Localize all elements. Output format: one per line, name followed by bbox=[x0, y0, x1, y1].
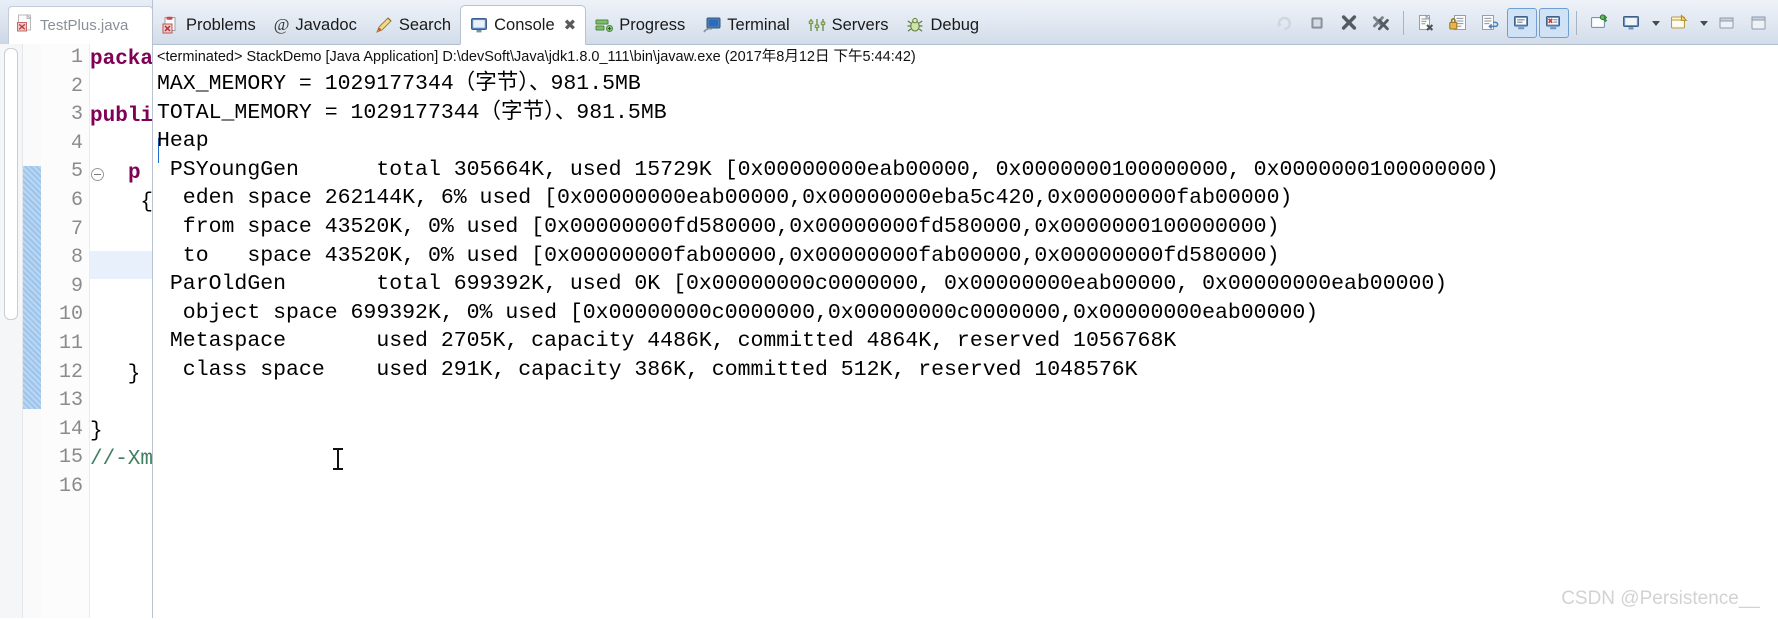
line-number: 11 bbox=[58, 332, 83, 355]
code-line: } bbox=[90, 419, 103, 443]
tab-label: Search bbox=[398, 15, 452, 34]
line-number: 5 bbox=[70, 160, 83, 184]
view-tab-list: Problems @ Javadoc Search Console ✖ Progress Te… bbox=[153, 0, 988, 45]
console-output-line: eden space 262144K, 6% used [0x00000000e… bbox=[157, 186, 1293, 211]
line-number: 13 bbox=[58, 389, 83, 413]
code-line: packa bbox=[90, 48, 153, 71]
mouse-ibeam-cursor bbox=[333, 448, 343, 470]
line-number: 8 bbox=[70, 246, 83, 270]
view-tabbar: Problems @ Javadoc Search Console ✖ Progress Te… bbox=[153, 0, 1778, 45]
line-number: 9 bbox=[70, 274, 83, 298]
line-number: 16 bbox=[58, 475, 83, 498]
clear-console-icon[interactable] bbox=[1411, 8, 1441, 38]
line-number: 7 bbox=[70, 217, 83, 241]
console-output-line: PSYoungGen total 305664K, used 15729K [0… bbox=[157, 157, 1499, 182]
editor-tabbar: TestPlus.java bbox=[0, 0, 153, 45]
editor-tab-testplus-java[interactable]: TestPlus.java bbox=[8, 6, 153, 44]
tab-console[interactable]: Console ✖ bbox=[460, 5, 587, 45]
servers-icon bbox=[808, 16, 826, 34]
pin-console-icon[interactable] bbox=[1584, 8, 1614, 38]
eclipse-window: TestPlus.java 1 2 3 4 5 6 7 8 9 10 11 12 13 14 15 16 pa… bbox=[0, 0, 1778, 620]
remove-all-terminated-icon[interactable] bbox=[1366, 8, 1396, 38]
console-output[interactable]: MAX_MEMORY = 1029177344（字节）、981.5MB TOTAL… bbox=[153, 68, 1778, 620]
line-number: 6 bbox=[70, 189, 83, 212]
console-output-line: class space used 291K, capacity 386K, co… bbox=[157, 358, 1138, 382]
tab-problems[interactable]: Problems bbox=[153, 6, 265, 44]
toolbar-separator bbox=[1403, 11, 1404, 35]
open-console-icon[interactable] bbox=[1664, 8, 1694, 38]
display-selected-console-icon[interactable] bbox=[1616, 8, 1646, 38]
progress-icon bbox=[595, 16, 614, 34]
tab-label: Console bbox=[494, 15, 555, 34]
console-toolbar bbox=[1270, 7, 1774, 39]
display-console-dropdown-icon[interactable] bbox=[1648, 8, 1662, 38]
console-output-line: ParOldGen total 699392K, used 0K [0x0000… bbox=[157, 272, 1448, 297]
word-wrap-icon[interactable] bbox=[1475, 8, 1505, 38]
line-number: 14 bbox=[58, 417, 83, 441]
tab-search[interactable]: Search bbox=[366, 6, 460, 44]
minimize-icon[interactable] bbox=[1712, 8, 1742, 38]
console-launch-header: <terminated> StackDemo [Java Application… bbox=[157, 49, 916, 65]
line-number: 15 bbox=[58, 446, 83, 470]
show-console-on-output-icon[interactable] bbox=[1507, 8, 1537, 38]
watermark-text: CSDN @Persistence__ bbox=[1561, 588, 1760, 609]
toolbar-separator bbox=[1576, 11, 1577, 35]
tab-label: Servers bbox=[831, 15, 889, 34]
search-pencil-icon bbox=[375, 16, 393, 34]
editor-scrollbar-thumb[interactable] bbox=[4, 48, 18, 320]
problems-icon bbox=[162, 16, 180, 34]
open-console-dropdown-icon[interactable] bbox=[1696, 8, 1710, 38]
code-line: } bbox=[90, 362, 141, 386]
console-output-line: TOTAL_MEMORY = 1029177344（字节）、981.5MB bbox=[157, 100, 667, 125]
show-console-on-error-icon[interactable] bbox=[1539, 8, 1569, 38]
console-view: Problems @ Javadoc Search Console ✖ Progress Te… bbox=[153, 0, 1778, 620]
console-output-line: Metaspace used 2705K, capacity 4486K, co… bbox=[157, 329, 1177, 354]
editor-overview-ruler bbox=[0, 44, 23, 620]
editor-tab-label: TestPlus.java bbox=[40, 17, 129, 34]
tab-label: Debug bbox=[930, 15, 980, 34]
code-line: //-Xm bbox=[90, 448, 153, 472]
chevron-down-icon bbox=[1699, 20, 1708, 26]
tab-label: Problems bbox=[186, 15, 256, 34]
line-number: 4 bbox=[70, 131, 83, 155]
line-number: 1 bbox=[70, 46, 83, 69]
tab-javadoc[interactable]: @ Javadoc bbox=[265, 6, 366, 44]
tab-progress[interactable]: Progress bbox=[586, 6, 694, 44]
code-line: { bbox=[90, 191, 153, 214]
line-number: 2 bbox=[70, 74, 83, 98]
console-output-line: MAX_MEMORY = 1029177344（字节）、981.5MB bbox=[157, 72, 641, 96]
debug-bug-icon bbox=[906, 16, 924, 34]
tab-label: Javadoc bbox=[295, 15, 357, 34]
console-output-line: from space 43520K, 0% used [0x00000000fd… bbox=[157, 215, 1280, 239]
editor-code-area[interactable]: packa publi p { }}//-Xm bbox=[90, 44, 153, 620]
javadoc-at-icon: @ bbox=[273, 15, 290, 34]
tab-close-icon[interactable]: ✖ bbox=[564, 16, 577, 34]
line-number: 12 bbox=[58, 360, 83, 384]
console-output-line: to space 43520K, 0% used [0x00000000fab0… bbox=[157, 243, 1280, 268]
console-output-line: object space 699392K, 0% used [0x0000000… bbox=[157, 300, 1319, 325]
tab-servers[interactable]: Servers bbox=[799, 6, 898, 44]
chevron-down-icon bbox=[1651, 20, 1660, 26]
remove-launch-icon[interactable] bbox=[1334, 8, 1364, 38]
line-number: 3 bbox=[70, 103, 83, 127]
scroll-lock-icon[interactable] bbox=[1443, 8, 1473, 38]
tab-label: Terminal bbox=[727, 15, 790, 34]
code-line: publi bbox=[90, 105, 153, 129]
editor-changed-lines-indicator bbox=[23, 166, 41, 409]
console-icon bbox=[470, 16, 488, 34]
editor-body: 1 2 3 4 5 6 7 8 9 10 11 12 13 14 15 16 packa publi p { }}… bbox=[0, 44, 153, 620]
tab-label: Progress bbox=[619, 15, 686, 34]
console-output-line: Heap bbox=[157, 129, 209, 154]
editor-line-number-gutter: 1 2 3 4 5 6 7 8 9 10 11 12 13 14 15 16 bbox=[41, 44, 90, 620]
tab-terminal[interactable]: Terminal bbox=[694, 6, 798, 44]
maximize-icon[interactable] bbox=[1744, 8, 1774, 38]
terminate-icon[interactable] bbox=[1302, 8, 1332, 38]
line-number: 10 bbox=[58, 303, 83, 327]
tab-debug[interactable]: Debug bbox=[897, 6, 988, 44]
editor-pane: TestPlus.java 1 2 3 4 5 6 7 8 9 10 11 12 13 14 15 16 pa… bbox=[0, 0, 153, 620]
java-file-icon bbox=[17, 13, 34, 37]
terminal-icon bbox=[703, 16, 721, 34]
rerun-icon[interactable] bbox=[1270, 8, 1300, 38]
